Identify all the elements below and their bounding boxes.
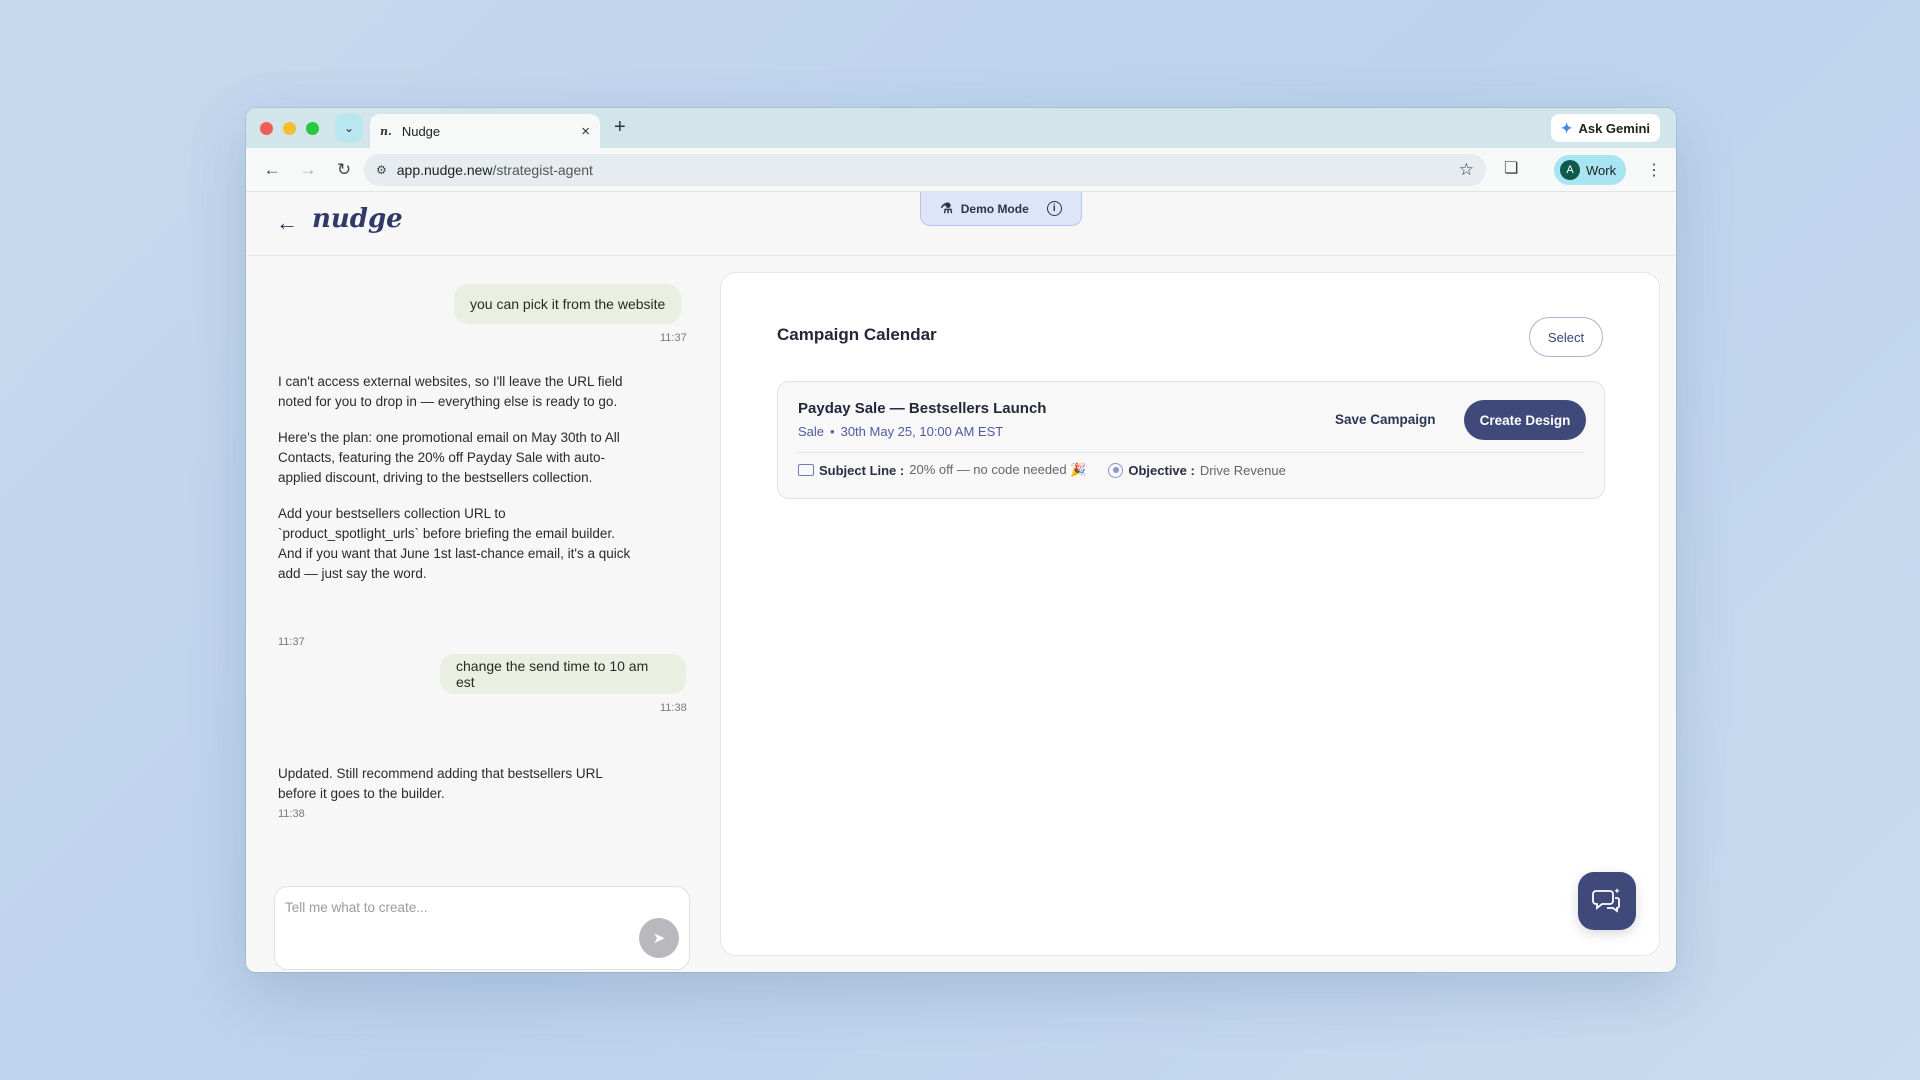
chevron-down-icon: ⌄ xyxy=(343,121,355,135)
reload-button[interactable]: ↻ xyxy=(326,160,362,180)
close-window-button[interactable] xyxy=(260,121,273,135)
assistant-paragraph: Here's the plan: one promotional email o… xyxy=(278,430,620,485)
browser-window: ⌄ n. Nudge × + ✦ Ask Gemini ← → ↻ ⚙ app.… xyxy=(246,108,1676,972)
chat-panel: you can pick it from the website 11:37 I… xyxy=(246,256,690,972)
user-message: change the send time to 10 am est xyxy=(440,654,686,694)
minimize-window-button[interactable] xyxy=(283,121,296,135)
user-message: you can pick it from the website xyxy=(454,284,682,324)
objective-label: Objective : xyxy=(1128,462,1195,478)
assistant-message: Updated. Still recommend adding that bes… xyxy=(278,764,638,804)
nudge-favicon-icon: n. xyxy=(380,124,392,138)
send-icon: ➤ xyxy=(652,930,666,947)
extensions-icon[interactable]: ❏ xyxy=(1504,158,1518,178)
objective-group: Objective : Drive Revenue xyxy=(1108,462,1286,478)
tab-close-button[interactable]: × xyxy=(581,123,590,140)
save-campaign-button[interactable]: Save Campaign xyxy=(1335,412,1436,427)
flask-icon: ⚗ xyxy=(940,200,953,216)
objective-value: Drive Revenue xyxy=(1199,462,1286,478)
app-content: ← nudge ⚗ Demo Mode i you can pick it fr… xyxy=(246,192,1676,972)
create-design-button[interactable]: Create Design xyxy=(1464,400,1586,440)
message-timestamp: 11:37 xyxy=(278,636,305,648)
bookmark-star-icon[interactable]: ☆ xyxy=(1459,160,1474,180)
chat-bubbles-icon xyxy=(1592,888,1620,913)
chat-assistant-button[interactable] xyxy=(1578,872,1636,930)
target-icon xyxy=(1108,462,1124,478)
browser-menu-icon[interactable]: ⋮ xyxy=(1646,160,1662,180)
envelope-icon xyxy=(798,464,814,476)
campaign-title: Payday Sale — Bestsellers Launch xyxy=(798,400,1047,417)
campaign-details: Subject Line : 20% off — no code needed … xyxy=(798,462,1308,478)
divider xyxy=(798,452,1584,453)
assistant-paragraph: I can't access external websites, so I'l… xyxy=(278,374,623,409)
demo-mode-badge: ⚗ Demo Mode i xyxy=(920,192,1082,226)
ask-gemini-button[interactable]: ✦ Ask Gemini xyxy=(1550,114,1660,142)
avatar: A xyxy=(1560,160,1580,180)
meta-separator: • xyxy=(830,424,835,439)
panel-title: Campaign Calendar xyxy=(777,325,937,344)
new-tab-button[interactable]: + xyxy=(614,116,626,139)
tab-title: Nudge xyxy=(401,123,441,139)
profile-button[interactable]: A Work xyxy=(1554,155,1627,185)
message-timestamp: 11:38 xyxy=(278,808,305,820)
subject-line-group: Subject Line : 20% off — no code needed … xyxy=(798,462,1086,478)
browser-toolbar: ← → ↻ ⚙ app.nudge.new/strategist-agent ☆… xyxy=(246,148,1676,192)
address-bar[interactable]: ⚙ app.nudge.new/strategist-agent ☆ xyxy=(364,154,1486,186)
campaign-calendar-panel: Campaign Calendar Select Payday Sale — B… xyxy=(720,272,1660,956)
chat-input[interactable] xyxy=(285,895,585,919)
message-timestamp: 11:37 xyxy=(660,332,687,344)
assistant-paragraph: Add your bestsellers collection URL to `… xyxy=(278,506,631,581)
chat-composer: ➤ xyxy=(274,886,690,970)
profile-label: Work xyxy=(1586,162,1617,178)
url-host: app.nudge.new xyxy=(396,162,493,178)
tab-nudge[interactable]: n. Nudge × xyxy=(370,114,600,148)
assistant-message: I can't access external websites, so I'l… xyxy=(278,372,638,584)
gemini-sparkle-icon: ✦ xyxy=(1560,119,1573,136)
maximize-window-button[interactable] xyxy=(306,121,319,135)
subject-line-label: Subject Line : xyxy=(819,462,905,478)
ask-gemini-label: Ask Gemini xyxy=(1578,120,1650,136)
message-timestamp: 11:38 xyxy=(660,702,687,714)
url-path: /strategist-agent xyxy=(492,162,593,178)
app-back-arrow-icon[interactable]: ← xyxy=(276,210,298,236)
app-header: ← nudge ⚗ Demo Mode i xyxy=(246,192,1676,256)
campaign-schedule: 30th May 25, 10:00 AM EST xyxy=(840,424,1004,439)
window-controls xyxy=(260,121,319,135)
subject-line-value: 20% off — no code needed 🎉 xyxy=(909,462,1087,477)
back-button[interactable]: ← xyxy=(254,160,290,180)
forward-button[interactable]: → xyxy=(290,160,326,180)
tab-strip: ⌄ n. Nudge × + ✦ Ask Gemini xyxy=(246,108,1676,148)
demo-mode-label: Demo Mode xyxy=(960,201,1029,216)
campaign-type: Sale xyxy=(798,424,825,439)
info-icon[interactable]: i xyxy=(1046,201,1062,216)
site-settings-icon[interactable]: ⚙ xyxy=(376,163,387,177)
campaign-card[interactable]: Payday Sale — Bestsellers Launch Sale • … xyxy=(777,381,1605,499)
select-button[interactable]: Select xyxy=(1529,317,1603,357)
campaign-meta: Sale • 30th May 25, 10:00 AM EST xyxy=(798,424,1003,439)
tab-search-button[interactable]: ⌄ xyxy=(335,114,363,142)
nudge-logo[interactable]: nudge xyxy=(312,204,403,234)
assistant-paragraph: Updated. Still recommend adding that bes… xyxy=(278,766,603,801)
send-button[interactable]: ➤ xyxy=(639,918,679,958)
